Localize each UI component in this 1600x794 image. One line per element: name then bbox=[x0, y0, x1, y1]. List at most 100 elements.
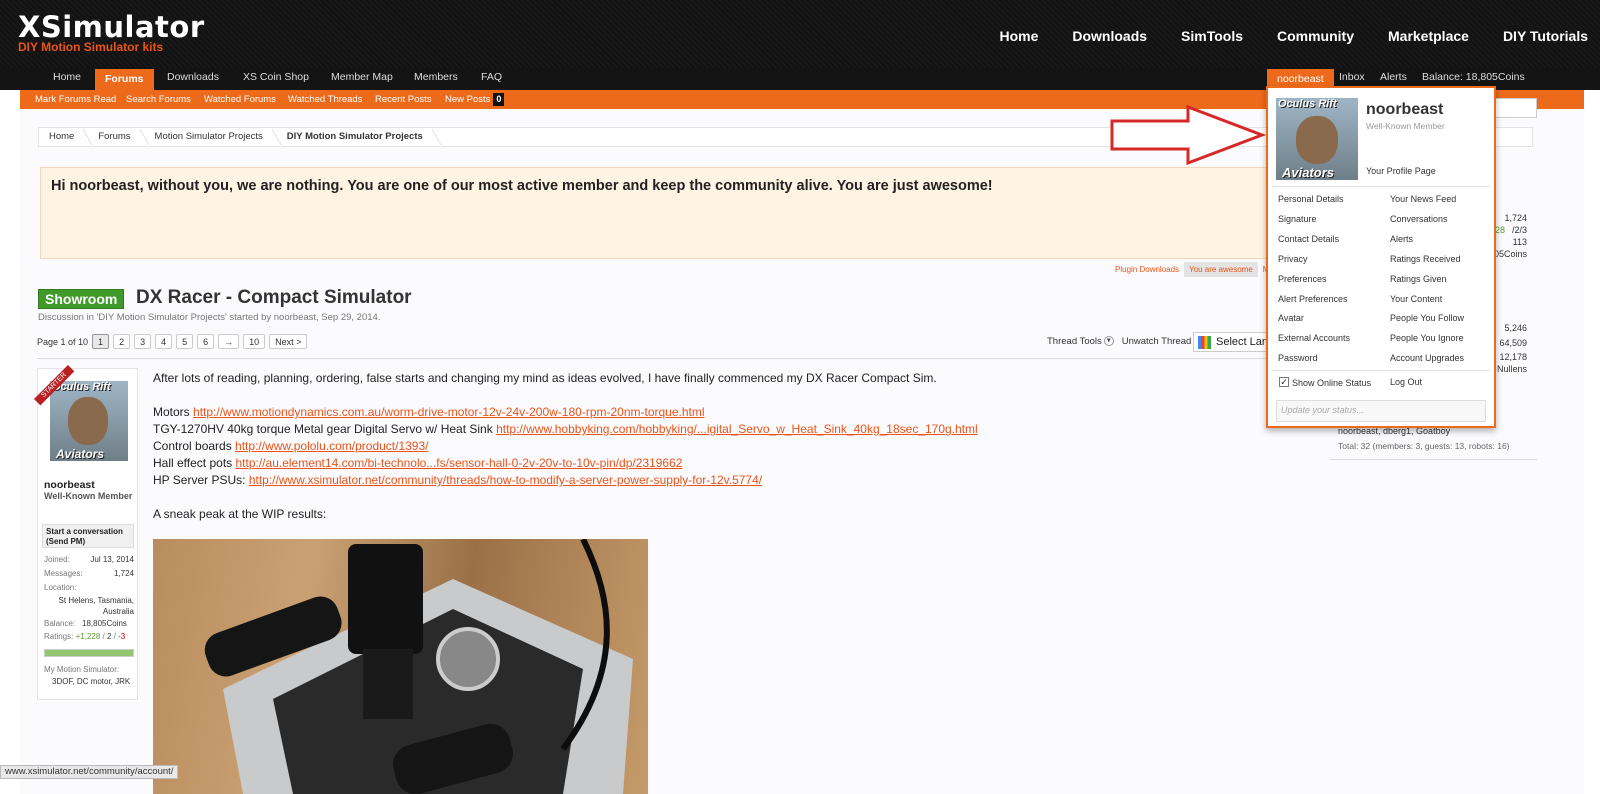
show-online-label[interactable]: Show Online Status bbox=[1292, 378, 1371, 388]
status-update-input[interactable]: Update your status... bbox=[1276, 400, 1486, 422]
post-link[interactable]: http://www.pololu.com/product/1393/ bbox=[235, 439, 428, 453]
page-info: Page 1 of 10 bbox=[37, 336, 89, 347]
post-link[interactable]: http://www.hobbyking.com/hobbyking/...ig… bbox=[496, 422, 978, 436]
recent-posts-link[interactable]: Recent Posts bbox=[375, 90, 432, 109]
balance-value: 18,805Coins bbox=[82, 619, 127, 628]
account-dropdown: Oculus Rift Aviators noorbeast Well-Know… bbox=[1266, 86, 1496, 428]
page-10[interactable]: 10 bbox=[243, 334, 266, 349]
show-online-checkbox[interactable]: ✓ bbox=[1279, 377, 1289, 387]
sim-value: 3DOF, DC motor, JRK bbox=[52, 677, 131, 686]
menu-personal-details[interactable]: Personal Details bbox=[1278, 194, 1344, 204]
dropdown-username[interactable]: noorbeast bbox=[1366, 101, 1443, 119]
thread-tools-menu[interactable]: Thread Tools bbox=[1047, 336, 1102, 347]
mark-forums-read-link[interactable]: Mark Forums Read bbox=[35, 90, 116, 109]
author-name[interactable]: noorbeast bbox=[44, 479, 95, 491]
watched-forums-link[interactable]: Watched Forums bbox=[204, 90, 276, 109]
tab-coin-shop[interactable]: XS Coin Shop bbox=[243, 68, 309, 90]
post-link[interactable]: http://au.element14.com/bi-technolo...fs… bbox=[236, 456, 683, 470]
stat-latest-member[interactable]: Nullens bbox=[1497, 364, 1527, 374]
menu-preferences[interactable]: Preferences bbox=[1278, 274, 1327, 284]
menu-your-content[interactable]: Your Content bbox=[1390, 294, 1442, 304]
menu-account-upgrades[interactable]: Account Upgrades bbox=[1390, 353, 1464, 363]
tab-forums[interactable]: Forums bbox=[95, 69, 154, 91]
menu-news-feed[interactable]: Your News Feed bbox=[1390, 194, 1456, 204]
sidebar-value: 113 bbox=[1512, 237, 1527, 247]
ratings-positive[interactable]: +1,228 bbox=[76, 632, 101, 641]
sidebar-messages: 1,724 bbox=[1504, 213, 1527, 223]
tab-members[interactable]: Members bbox=[414, 68, 458, 90]
top-nav-community[interactable]: Community bbox=[1277, 28, 1354, 44]
thread-prefix-badge[interactable]: Showroom bbox=[38, 289, 125, 309]
page-6[interactable]: 6 bbox=[197, 334, 215, 349]
menu-people-you-ignore[interactable]: People You Ignore bbox=[1390, 333, 1464, 343]
thread-meta: Discussion in 'DIY Motion Simulator Proj… bbox=[38, 312, 381, 323]
page-1[interactable]: 1 bbox=[92, 334, 110, 349]
post-link[interactable]: http://www.motiondynamics.com.au/worm-dr… bbox=[193, 405, 705, 419]
page-3[interactable]: 3 bbox=[134, 334, 152, 349]
post-image[interactable] bbox=[153, 539, 648, 794]
plugin-downloads-link[interactable]: Plugin Downloads bbox=[1110, 262, 1184, 277]
breadcrumb-motion-sim-projects[interactable]: Motion Simulator Projects bbox=[145, 128, 277, 146]
search-input[interactable] bbox=[1493, 98, 1537, 118]
author-title: Well-Known Member bbox=[44, 491, 133, 501]
ratings-neutral[interactable]: 2 bbox=[107, 632, 111, 641]
breadcrumb-forums[interactable]: Forums bbox=[88, 128, 144, 146]
menu-external-accounts[interactable]: External Accounts bbox=[1278, 333, 1350, 343]
you-are-awesome-link[interactable]: You are awesome bbox=[1184, 262, 1258, 277]
tab-downloads[interactable]: Downloads bbox=[167, 68, 219, 90]
breadcrumb-home[interactable]: Home bbox=[39, 128, 88, 146]
menu-people-you-follow[interactable]: People You Follow bbox=[1390, 313, 1464, 323]
top-nav-diy-tutorials[interactable]: DIY Tutorials bbox=[1503, 28, 1588, 44]
site-logo[interactable]: XSimulator bbox=[18, 10, 205, 44]
menu-password[interactable]: Password bbox=[1278, 353, 1318, 363]
menu-avatar[interactable]: Avatar bbox=[1278, 313, 1304, 323]
tab-member-map[interactable]: Member Map bbox=[331, 68, 393, 90]
page-2[interactable]: 2 bbox=[113, 334, 131, 349]
chevron-down-icon[interactable]: ▼ bbox=[1103, 336, 1114, 346]
new-posts-link[interactable]: New Posts 0 bbox=[445, 90, 505, 109]
top-nav-downloads[interactable]: Downloads bbox=[1072, 28, 1147, 44]
avatar-caption-bottom: Aviators bbox=[1282, 165, 1335, 180]
menu-alerts[interactable]: Alerts bbox=[1390, 234, 1413, 244]
page-4[interactable]: 4 bbox=[155, 334, 173, 349]
menu-contact-details[interactable]: Contact Details bbox=[1278, 234, 1339, 244]
unwatch-thread-link[interactable]: Unwatch Thread bbox=[1122, 336, 1192, 347]
logout-link[interactable]: Log Out bbox=[1390, 377, 1422, 387]
top-nav-simtools[interactable]: SimTools bbox=[1181, 28, 1243, 44]
menu-privacy[interactable]: Privacy bbox=[1278, 254, 1308, 264]
page-next[interactable]: Next > bbox=[269, 334, 308, 349]
avatar[interactable]: Oculus Rift Aviators bbox=[50, 381, 128, 461]
top-nav-marketplace[interactable]: Marketplace bbox=[1388, 28, 1469, 44]
top-nav-home[interactable]: Home bbox=[999, 28, 1038, 44]
page-jump[interactable]: → bbox=[218, 334, 240, 349]
thread-title: DX Racer - Compact Simulator bbox=[136, 287, 412, 308]
post-line-label: Control boards bbox=[153, 439, 236, 453]
tab-home[interactable]: Home bbox=[53, 68, 81, 90]
profile-page-link[interactable]: Your Profile Page bbox=[1366, 166, 1436, 176]
author-joined: Joined: Jul 13, 2014 bbox=[44, 555, 134, 564]
menu-ratings-given[interactable]: Ratings Given bbox=[1390, 274, 1447, 284]
search-forums-link[interactable]: Search Forums bbox=[126, 90, 191, 109]
dropdown-avatar[interactable]: Oculus Rift Aviators bbox=[1276, 98, 1358, 180]
site-header: XSimulator DIY Motion Simulator kits Hom… bbox=[0, 0, 1600, 68]
post-author-panel: Oculus Rift Aviators STARTER noorbeast W… bbox=[34, 365, 138, 700]
post-line-psu: HP Server PSUs: http://www.xsimulator.ne… bbox=[153, 472, 978, 489]
start-conversation-button[interactable]: Start a conversation (Send PM) bbox=[42, 524, 134, 548]
author-location[interactable]: St Helens, Tasmania, Australia bbox=[44, 595, 134, 617]
tab-faq[interactable]: FAQ bbox=[481, 68, 502, 90]
post-line-pots: Hall effect pots http://au.element14.com… bbox=[153, 455, 978, 472]
page-5[interactable]: 5 bbox=[176, 334, 194, 349]
menu-alert-preferences[interactable]: Alert Preferences bbox=[1278, 294, 1348, 304]
ratings-negative[interactable]: -3 bbox=[118, 632, 125, 641]
google-translate-icon bbox=[1198, 336, 1211, 349]
menu-conversations[interactable]: Conversations bbox=[1390, 214, 1448, 224]
menu-signature[interactable]: Signature bbox=[1278, 214, 1317, 224]
watched-threads-link[interactable]: Watched Threads bbox=[288, 90, 362, 109]
post-intro: After lots of reading, planning, orderin… bbox=[153, 371, 937, 385]
post-link[interactable]: http://www.xsimulator.net/community/thre… bbox=[249, 473, 762, 487]
author-ratings: Ratings: +1,228 / 2 / -3 bbox=[44, 632, 126, 641]
post-line-label: Hall effect pots bbox=[153, 456, 236, 470]
breadcrumb-diy-projects[interactable]: DIY Motion Simulator Projects bbox=[277, 128, 437, 146]
menu-ratings-received[interactable]: Ratings Received bbox=[1390, 254, 1461, 264]
post-image-drawing bbox=[204, 539, 633, 794]
